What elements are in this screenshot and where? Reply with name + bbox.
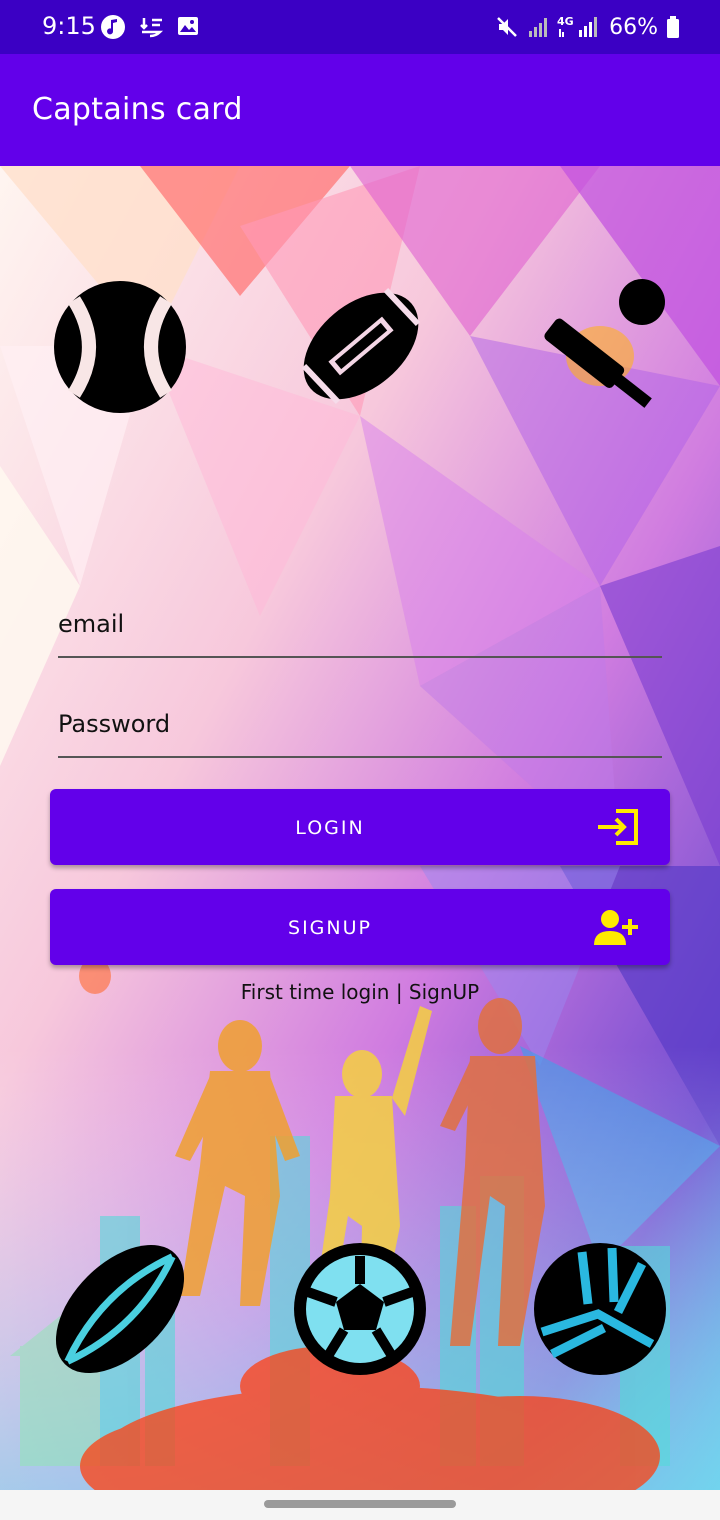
navigation-bar	[0, 1490, 720, 1520]
tennis-ball-icon	[54, 281, 186, 413]
download-transfer-icon	[140, 18, 164, 38]
status-icons-left	[100, 14, 200, 40]
music-note-icon	[101, 15, 125, 39]
signal-icon	[529, 18, 548, 37]
battery-percent: 66%	[609, 14, 658, 40]
email-label: email	[58, 610, 125, 638]
login-arrow-icon	[598, 809, 638, 845]
login-button-label: LOGIN	[295, 817, 365, 839]
email-field[interactable]: email	[58, 598, 662, 658]
app-title: Captains card	[32, 92, 243, 127]
network-type-label: 4G	[557, 15, 574, 28]
login-button[interactable]: LOGIN	[50, 789, 670, 865]
password-field[interactable]: Password	[58, 698, 662, 758]
signup-button-label: SIGNUP	[288, 917, 372, 939]
mute-icon	[497, 17, 517, 37]
battery-icon	[667, 16, 679, 38]
status-bar: 9:15 4G 66%	[0, 0, 720, 54]
password-label: Password	[58, 710, 171, 738]
status-icons-right: 4G 66%	[495, 14, 680, 40]
cricket-bat-ball-icon	[544, 279, 665, 408]
app-bar: Captains card	[0, 54, 720, 166]
image-icon	[178, 17, 198, 35]
add-user-icon	[594, 910, 638, 945]
signup-button[interactable]: SIGNUP	[50, 889, 670, 965]
soccer-ball-icon	[294, 1243, 426, 1375]
4g-signal-icon: 4G	[557, 15, 598, 37]
volleyball-icon	[534, 1243, 666, 1375]
login-screen: email Password LOGIN SIGNUP First time l…	[0, 166, 720, 1490]
american-football-icon	[301, 287, 421, 405]
signup-hint[interactable]: First time login | SignUP	[0, 980, 720, 1004]
rugby-ball-icon	[55, 1244, 185, 1374]
home-gesture-handle[interactable]	[264, 1500, 456, 1508]
status-time: 9:15	[42, 12, 96, 40]
